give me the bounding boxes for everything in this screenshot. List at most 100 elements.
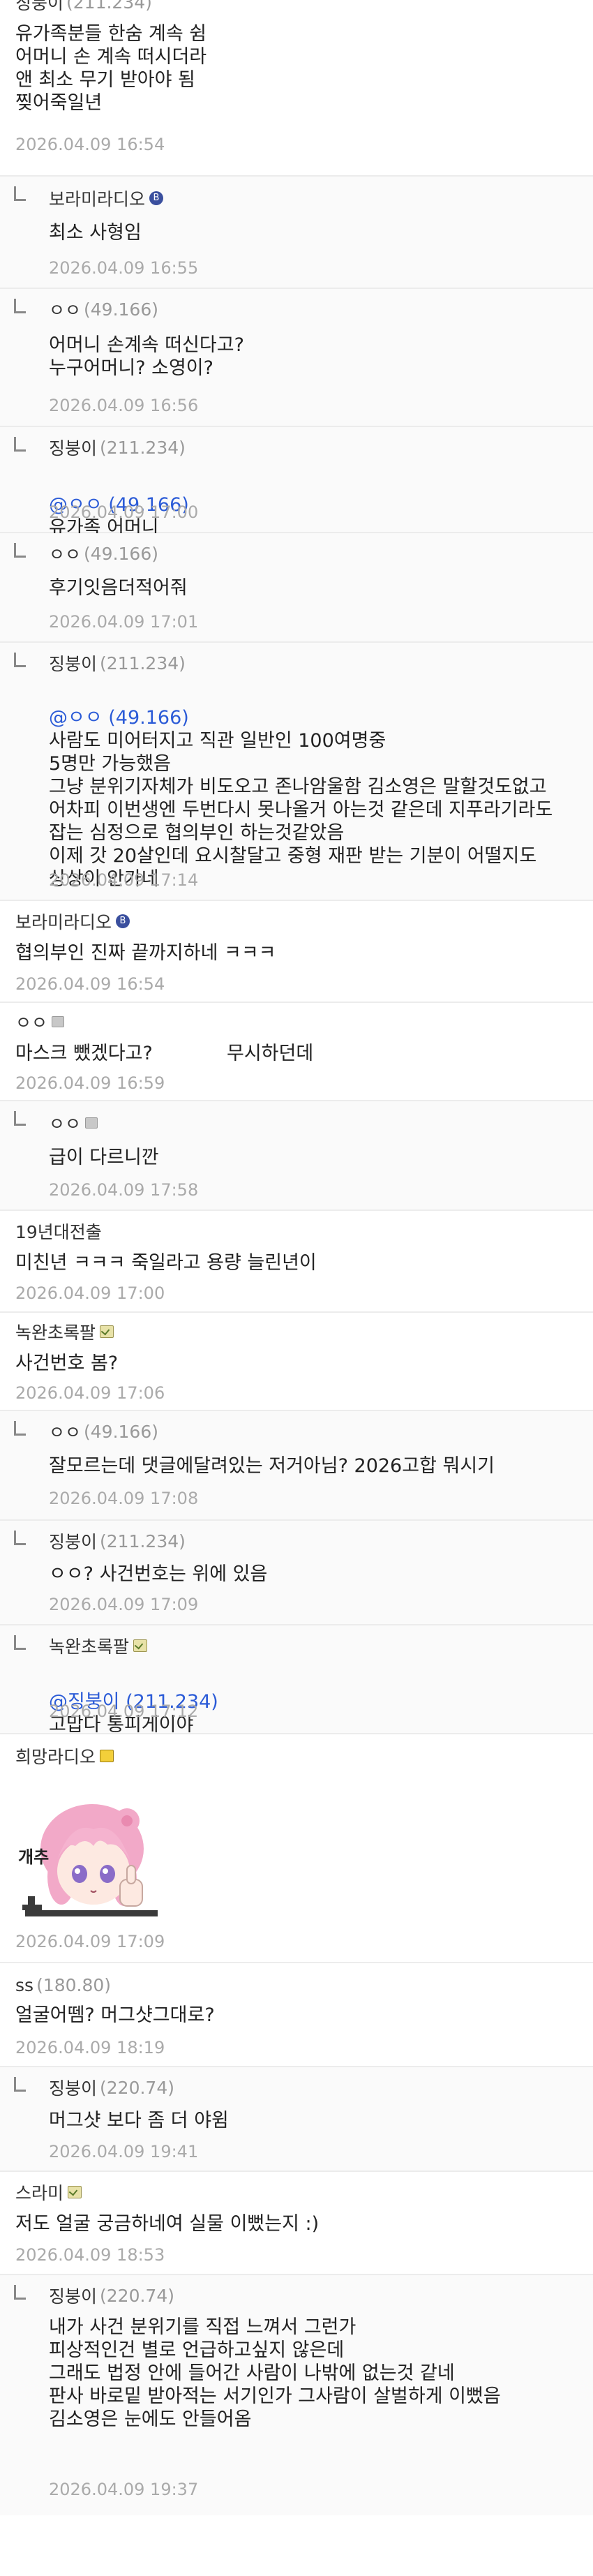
verified-badge-icon: [68, 2186, 82, 2198]
comment-author[interactable]: 징붕이: [49, 2075, 97, 2100]
reply-item: 보라미라디오 B 최소 사형임 2026.04.09 16:55: [0, 177, 593, 289]
member-badge-icon: [52, 1016, 65, 1027]
comment-date: 2026.04.09 17:06: [15, 1383, 165, 1403]
comment-text-continued: 무시하던데: [227, 1043, 314, 1064]
fixed-nick-badge-icon: [100, 1750, 114, 1762]
comment-date: 2026.04.09 17:09: [49, 1595, 199, 1614]
mention-link[interactable]: @ㅇㅇ (49.166): [49, 707, 189, 729]
verified-badge-icon: [100, 1325, 114, 1338]
comment-author[interactable]: 보라미라디오: [15, 909, 112, 934]
comment-ip: (220.74): [100, 2285, 174, 2306]
comment-text: 마스크 뺐겠다고?: [15, 1043, 153, 1064]
comment-ip: (211.234): [100, 1531, 186, 1551]
comment-date: 2026.04.09 16:54: [15, 135, 165, 154]
comment-item: 보라미라디오 B 협의부인 진짜 끝까지하네 ㅋㅋㅋ 2026.04.09 16…: [0, 901, 593, 1003]
comment-ip: (220.74): [100, 2077, 174, 2098]
comment-date: 2026.04.09 18:19: [15, 2038, 165, 2057]
comment-author[interactable]: 희망라디오: [15, 1743, 96, 1769]
comment-author[interactable]: ㅇㅇ: [49, 1110, 81, 1136]
comment-date: 2026.04.09 16:56: [49, 396, 199, 415]
comment-date: 2026.04.09 17:01: [49, 612, 199, 632]
comment-header: 징붕이 (211.234): [15, 0, 152, 13]
reply-item: ㅇㅇ (49.166) 잘모르는데 댓글에달려있는 저거아님? 2026고합 뭐…: [0, 1411, 593, 1521]
reply-arrow-icon: [14, 299, 26, 313]
reply-arrow-icon: [14, 437, 26, 452]
reply-item: ㅇㅇ (49.166) 어머니 손계속 떠신다고? 누구어머니? 소영이? 20…: [0, 289, 593, 427]
comment-date: 2026.04.09 19:41: [49, 2142, 199, 2161]
reply-arrow-icon: [14, 1421, 26, 1436]
comment-item: 징붕이 (211.234) 유가족분들 한숨 계속 쉼 어머니 손 계속 떠시더…: [0, 0, 593, 177]
comment-text: 유가족분들 한숨 계속 쉼 어머니 손 계속 떠시더라 앤 최소 무기 받아야 …: [15, 23, 207, 114]
comment-thread: 징붕이 (211.234) 유가족분들 한숨 계속 쉼 어머니 손 계속 떠시더…: [0, 0, 593, 2515]
comment-text: 저도 얼굴 궁금하네여 실물 이뻤는지 :): [15, 2213, 320, 2235]
reply-item: 징붕이 (220.74) 내가 사건 분위기를 직접 느껴서 그런가 피상적인건…: [0, 2275, 593, 2515]
comment-item: ㅇㅇ 마스크 뺐겠다고? 무시하던데 2026.04.09 16:59: [0, 1003, 593, 1101]
comment-item: 스라미 저도 얼굴 궁금하네여 실물 이뻤는지 :) 2026.04.09 18…: [0, 2172, 593, 2275]
comment-author[interactable]: 징붕이: [15, 0, 63, 15]
comment-author[interactable]: 징붕이: [49, 435, 97, 460]
comment-item: ss (180.80) 얼굴어뗌? 머그샷그대로? 2026.04.09 18:…: [0, 1963, 593, 2067]
comment-text: 잘모르는데 댓글에달려있는 저거아님? 2026고합 뭐시기: [49, 1455, 495, 1477]
comment-text: 급이 다르니깐: [49, 1147, 159, 1168]
comment-text: 머그샷 보다 좀 더 야윔: [49, 2110, 229, 2131]
comment-item: 희망라디오 개추 2026.04.09 17:09: [0, 1734, 593, 1963]
comment-text: @ㅇㅇ (49.166) 사람도 미어터지고 직관 일반인 100여명중 5명만…: [49, 683, 586, 891]
comment-date: 2026.04.09 17:08: [49, 1489, 199, 1508]
comment-date: 2026.04.09 17:09: [15, 1932, 165, 1951]
comment-text: 사건번호 봄?: [15, 1353, 119, 1374]
comment-ip: (211.234): [100, 437, 186, 458]
reply-item: 징붕이 (211.234) @ㅇㅇ (49.166) 사람도 미어터지고 직관 …: [0, 643, 593, 901]
comment-date: 2026.04.09 17:12: [49, 1702, 199, 1721]
comment-ip: (49.166): [84, 299, 158, 320]
comment-author[interactable]: ㅇㅇ: [49, 541, 81, 566]
reply-arrow-icon: [14, 2077, 26, 2092]
reply-item: 징붕이 (211.234) ㅇㅇ? 사건번호는 위에 있음 2026.04.09…: [0, 1521, 593, 1625]
member-badge-icon: [85, 1117, 98, 1129]
comment-author[interactable]: ㅇㅇ: [15, 1009, 47, 1034]
manager-badge-icon: B: [116, 914, 130, 928]
sticker-image: 개추: [18, 1804, 158, 1916]
comment-date: 2026.04.09 17:00: [49, 502, 199, 522]
comment-text: ㅇㅇ? 사건번호는 위에 있음: [49, 1563, 268, 1585]
comment-author[interactable]: ㅇㅇ: [49, 297, 81, 322]
comment-text: 후기잇음더적어줘: [49, 577, 188, 599]
comment-author[interactable]: 징붕이: [49, 650, 97, 676]
comment-author[interactable]: 징붕이: [49, 1528, 97, 1554]
comment-author[interactable]: 징붕이: [49, 2283, 97, 2308]
manager-badge-icon: B: [149, 191, 164, 205]
reply-item: ㅇㅇ (49.166) 후기잇음더적어줘 2026.04.09 17:01: [0, 533, 593, 643]
reply-item: 녹완초록팔 @징붕이 (211.234) 고맙다 통피게이야 2026.04.0…: [0, 1625, 593, 1736]
comment-author[interactable]: 19년대전출: [15, 1219, 102, 1244]
comment-date: 2026.04.09 19:37: [49, 2480, 199, 2499]
comment-date: 2026.04.09 16:59: [15, 1073, 165, 1093]
comment-date: 2026.04.09 16:55: [49, 258, 199, 278]
comment-author[interactable]: ㅇㅇ: [49, 1419, 81, 1444]
reply-item: 징붕이 (220.74) 머그샷 보다 좀 더 야윔 2026.04.09 19…: [0, 2067, 593, 2172]
comment-author[interactable]: 녹완초록팔: [15, 1319, 96, 1344]
comment-date: 2026.04.09 16:54: [15, 974, 165, 994]
comment-text: 최소 사형임: [49, 222, 142, 244]
comment-date: 2026.04.09 17:00: [15, 1283, 165, 1303]
comment-author[interactable]: 스라미: [15, 2180, 63, 2205]
comment-ip: (49.166): [84, 1421, 158, 1442]
reply-arrow-icon: [14, 1531, 26, 1545]
comment-ip: (211.234): [66, 0, 152, 13]
comment-author[interactable]: 보라미라디오: [49, 186, 145, 211]
comment-author[interactable]: ss: [15, 1975, 33, 1995]
verified-badge-icon: [133, 1639, 148, 1652]
comment-date: 2026.04.09 17:14: [49, 870, 199, 890]
reply-arrow-icon: [14, 653, 26, 667]
comment-text: 내가 사건 분위기를 직접 느껴서 그런가 피상적인건 별로 언급하고싶지 않은…: [49, 2316, 501, 2430]
reply-arrow-icon: [14, 1635, 26, 1650]
comment-text: 미친년 ㅋㅋㅋ 죽일라고 용량 늘린년이: [15, 1252, 317, 1274]
reply-arrow-icon: [14, 543, 26, 558]
comment-date: 2026.04.09 18:53: [15, 2245, 165, 2265]
comment-text: 어머니 손계속 떠신다고? 누구어머니? 소영이?: [49, 334, 244, 379]
comment-text: 얼굴어뗌? 머그샷그대로?: [15, 2004, 215, 2026]
reply-arrow-icon: [14, 186, 26, 201]
comment-body: 사람도 미어터지고 직관 일반인 100여명중 5명만 가능했음 그냥 분위기자…: [49, 730, 553, 890]
comment-author[interactable]: 녹완초록팔: [49, 1633, 129, 1658]
reply-item: 징붕이 (211.234) @ㅇㅇ (49.166) 유가족 어머니 2026.…: [0, 427, 593, 539]
comment-item: 녹완초록팔 사건번호 봄? 2026.04.09 17:06: [0, 1313, 593, 1411]
comment-text: 협의부인 진짜 끝까지하네 ㅋㅋㅋ: [15, 942, 276, 964]
